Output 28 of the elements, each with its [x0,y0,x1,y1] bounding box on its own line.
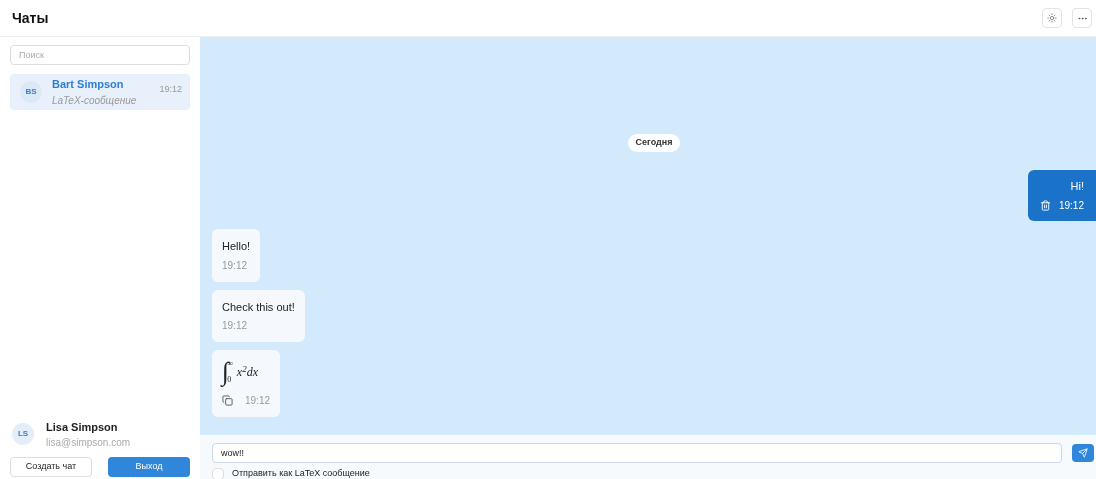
user-email: lisa@simpson.com [46,436,131,450]
chat-time: 19:12 [159,83,182,97]
trash-icon[interactable] [1039,200,1051,211]
message-time: 19:12 [1058,199,1084,213]
copy-icon[interactable] [222,395,233,406]
message-text: Check this out! [222,299,295,315]
logout-button[interactable]: Выход [108,457,190,477]
message-time: 19:12 [222,258,249,273]
avatar: BS [20,81,42,103]
chat-name: Bart Simpson [52,77,125,93]
send-button[interactable] [1072,444,1094,462]
message-time: 19:12 [222,319,249,333]
new-chat-button[interactable]: Создать чат [10,457,93,477]
send-icon [1078,448,1088,458]
message-text: Hello! [222,239,251,254]
user-name: Lisa Simpson [46,419,119,435]
message-time: 19:12 [245,394,271,408]
page-title: Чаты [12,8,49,28]
message-input[interactable]: wow!! [212,443,1062,463]
avatar: LS [12,423,34,446]
latex-checkbox[interactable] [212,467,224,479]
search-field[interactable]: Поиск [10,45,190,65]
chat-preview: LaTeX-сообщение [52,93,138,108]
checkbox-label: Отправить как LaTeX сообщение [232,467,370,479]
chat-item[interactable]: BS Bart Simpson LaTeX-сообщение 19:12 [10,74,190,110]
sun-icon [1047,13,1057,23]
theme-button[interactable] [1042,8,1062,28]
message-text: Hi! [1070,178,1084,194]
